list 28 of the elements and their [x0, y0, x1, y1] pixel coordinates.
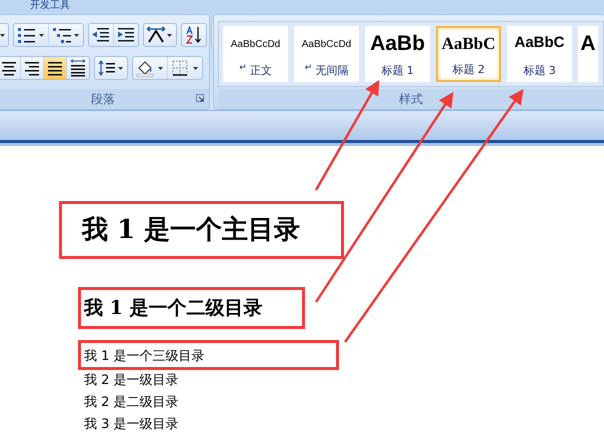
- style-preview: AaBbCcDd: [230, 39, 280, 51]
- style-name: 标题 2: [452, 62, 485, 77]
- style-item[interactable]: AaBbC 标题 2: [436, 26, 501, 82]
- document-line: 我 2 是二级目录: [83, 394, 180, 412]
- paragraph-mark: ↵: [239, 63, 247, 75]
- paragraph-mark: ↵: [304, 63, 312, 75]
- ribbon-tab[interactable]: 开发工具: [30, 0, 70, 12]
- style-name: 正文: [250, 63, 272, 78]
- group-label: 段落: [91, 90, 115, 108]
- style-preview: A: [580, 31, 596, 56]
- style-name: 标题 3: [523, 63, 556, 78]
- style-name: 无间隔: [315, 63, 348, 78]
- style-preview: AaBb: [370, 31, 425, 56]
- justify-align-button[interactable]: [44, 57, 67, 79]
- style-name: 标题 1: [381, 63, 414, 78]
- dialog-launcher-icon[interactable]: [196, 94, 204, 102]
- style-preview: AaBbCcDd: [302, 39, 352, 51]
- style-item[interactable]: AaBbCcDd ↵ 无间隔: [294, 26, 359, 82]
- style-preview: AaBbC: [442, 34, 496, 54]
- style-item[interactable]: AaBbCcDd ↵ 正文: [223, 26, 288, 82]
- group-label: 样式: [399, 90, 423, 108]
- style-item[interactable]: A: [578, 26, 598, 82]
- center-align-button[interactable]: [0, 57, 21, 79]
- document-line: 我 3 是一级目录: [83, 416, 180, 434]
- document-line: 我 2 是一级目录: [83, 372, 180, 390]
- style-item[interactable]: AaBb 标题 1: [365, 26, 430, 82]
- style-item[interactable]: AaBbC 标题 3: [507, 26, 572, 82]
- style-preview: AaBbC: [514, 34, 564, 52]
